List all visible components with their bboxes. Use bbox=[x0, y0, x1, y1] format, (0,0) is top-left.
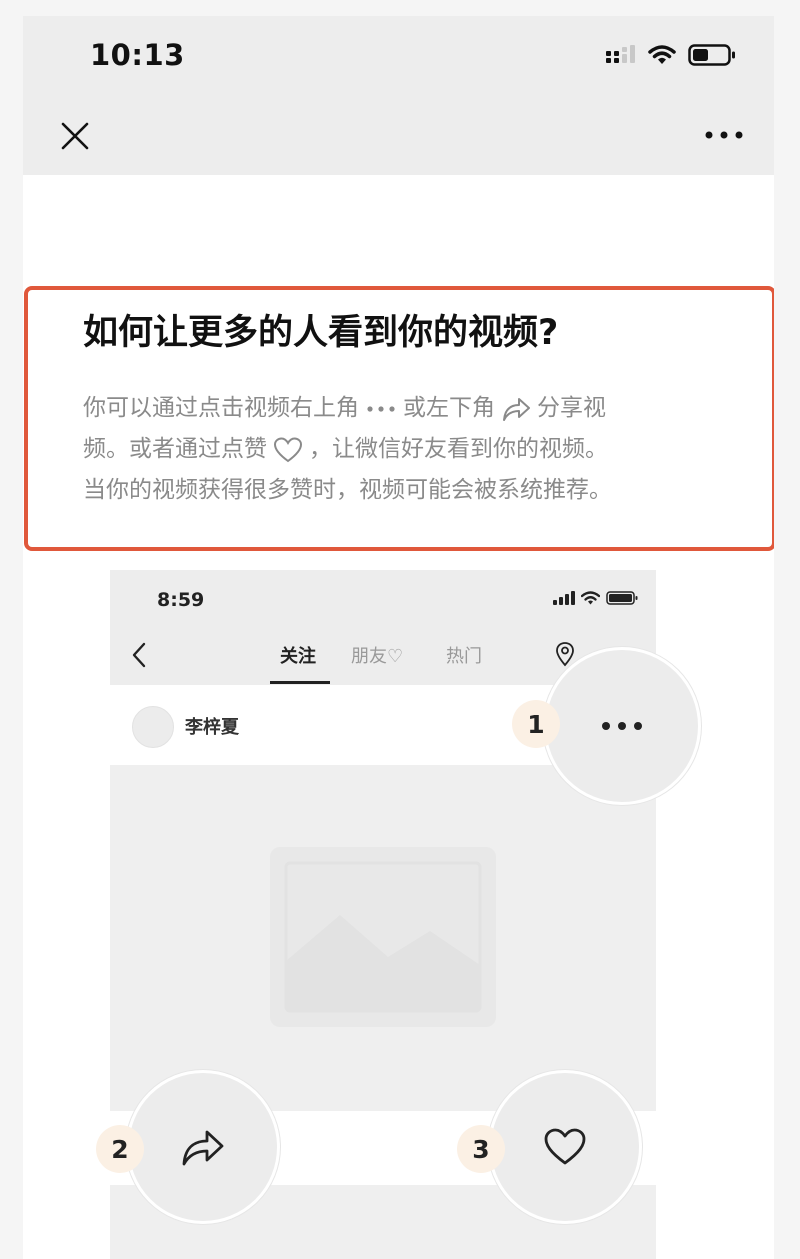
avatar[interactable] bbox=[132, 706, 174, 748]
image-placeholder-graphic bbox=[284, 861, 482, 1013]
mock-status-bar: 8:59 bbox=[110, 570, 656, 625]
status-icons bbox=[606, 44, 736, 66]
status-time: 10:13 bbox=[90, 38, 185, 72]
tab-underline bbox=[270, 681, 330, 684]
cellular-signal-icon bbox=[606, 45, 635, 63]
cellular-signal-icon bbox=[553, 591, 575, 605]
tip-title: 如何让更多的人看到你的视频? bbox=[83, 313, 559, 353]
battery-icon bbox=[688, 44, 735, 66]
more-dots-icon bbox=[367, 405, 395, 412]
tab-friends[interactable]: 朋友♡ bbox=[351, 642, 403, 668]
callout-number-1: 1 bbox=[512, 700, 560, 748]
tip-line-2: 频。或者通过点赞 ，让微信好友看到你的视频。 bbox=[83, 429, 723, 470]
mock-status-time: 8:59 bbox=[157, 589, 205, 611]
heart-icon bbox=[273, 436, 303, 462]
tip-line-1: 你可以通过点击视频右上角 或左下角 分享视 bbox=[83, 388, 723, 429]
tip-card: 如何让更多的人看到你的视频? 你可以通过点击视频右上角 或左下角 分享视 频。或者通… bbox=[24, 286, 774, 551]
tip-text: 频。或者通过点赞 bbox=[83, 436, 267, 462]
wifi-icon bbox=[581, 591, 600, 605]
video-area[interactable] bbox=[110, 765, 656, 1111]
more-callout[interactable] bbox=[543, 647, 701, 805]
share-icon bbox=[503, 397, 530, 421]
tab-popular[interactable]: 热门 bbox=[446, 642, 482, 668]
share-icon bbox=[182, 1130, 224, 1166]
close-icon[interactable] bbox=[57, 118, 93, 154]
tip-text: 你可以通过点击视频右上角 bbox=[83, 395, 359, 421]
more-dots-icon bbox=[602, 722, 642, 730]
battery-icon bbox=[606, 591, 638, 605]
callout-number-3: 3 bbox=[457, 1125, 505, 1173]
tip-text: 或左下角 bbox=[403, 395, 495, 421]
tip-text: ，让微信好友看到你的视频。 bbox=[309, 436, 608, 462]
back-chevron-icon[interactable] bbox=[130, 641, 148, 669]
image-placeholder-icon bbox=[270, 847, 496, 1027]
tip-line-3: 当你的视频获得很多赞时，视频可能会被系统推荐。 bbox=[83, 477, 612, 503]
post-username[interactable]: 李梓夏 bbox=[185, 713, 239, 739]
like-callout[interactable] bbox=[488, 1070, 642, 1224]
wifi-icon bbox=[648, 45, 676, 64]
mock-status-icons bbox=[553, 591, 638, 605]
phone-screen: 10:13 如何让更多的人看到你的视频? 你可以通过点击视频右上角 或左下角 分… bbox=[23, 16, 774, 1259]
share-callout[interactable] bbox=[126, 1070, 280, 1224]
heart-icon bbox=[544, 1128, 586, 1165]
tab-following[interactable]: 关注 bbox=[280, 642, 316, 668]
nav-bar bbox=[23, 96, 774, 175]
more-menu-icon[interactable] bbox=[704, 126, 744, 144]
status-bar: 10:13 bbox=[23, 16, 774, 96]
callout-number-2: 2 bbox=[96, 1125, 144, 1173]
tip-body: 你可以通过点击视频右上角 或左下角 分享视 频。或者通过点赞 ，让微信好友看到你的视频… bbox=[83, 388, 723, 511]
tip-text: 分享视 bbox=[537, 395, 606, 421]
